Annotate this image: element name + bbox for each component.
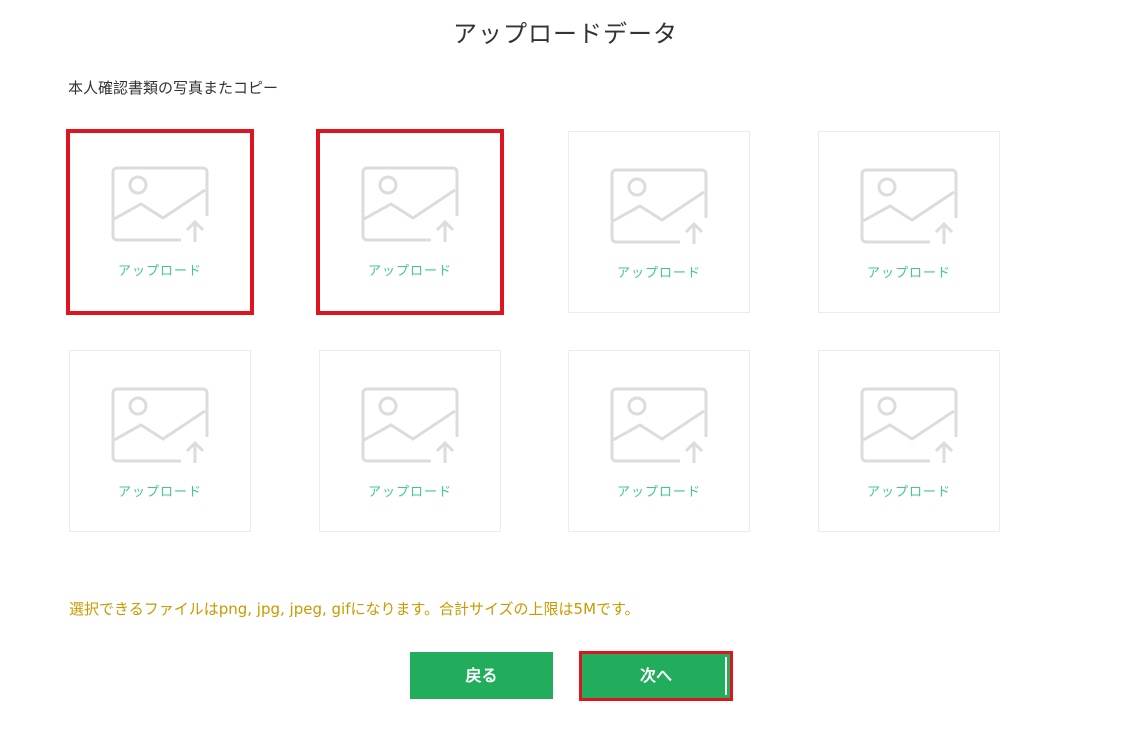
page-title: アップロードデータ: [453, 20, 678, 48]
image-upload-icon: [610, 168, 708, 244]
image-upload-icon: [860, 387, 958, 463]
next-button-edge: [725, 657, 727, 695]
image-upload-icon: [610, 387, 708, 463]
image-upload-icon: [860, 168, 958, 244]
back-button-label: 戻る: [465, 666, 498, 685]
next-button[interactable]: 次へ: [579, 651, 733, 701]
upload-tile-label: アップロード: [866, 266, 951, 281]
image-upload-icon: [111, 387, 209, 463]
upload-tile[interactable]: アップロード: [66, 129, 254, 315]
image-upload-icon: [361, 166, 459, 242]
section-label: 本人確認書類の写真またコピー: [68, 79, 279, 97]
image-upload-icon: [111, 166, 209, 242]
upload-tile[interactable]: アップロード: [568, 350, 750, 532]
upload-tile[interactable]: アップロード: [316, 129, 504, 315]
upload-tile-label: アップロード: [866, 485, 951, 500]
upload-grid: アップロード アップロード アップロード アップロード アップロード アップロード アップロ…: [66, 129, 1019, 541]
upload-tile-label: アップロード: [117, 485, 202, 500]
upload-tile-label: アップロード: [117, 264, 202, 279]
upload-tile[interactable]: アップロード: [568, 131, 750, 313]
file-type-notice: 選択できるファイルはpng, jpg, jpeg, gifになります。合計サイズ…: [69, 600, 640, 618]
upload-tile[interactable]: アップロード: [69, 350, 251, 532]
upload-tile[interactable]: アップロード: [818, 350, 1000, 532]
upload-tile[interactable]: アップロード: [818, 131, 1000, 313]
upload-tile[interactable]: アップロード: [319, 350, 501, 532]
back-button[interactable]: 戻る: [410, 652, 553, 699]
image-upload-icon: [361, 387, 459, 463]
upload-tile-label: アップロード: [367, 485, 452, 500]
upload-tile-label: アップロード: [616, 266, 701, 281]
next-button-label: 次へ: [639, 666, 672, 685]
upload-tile-label: アップロード: [367, 264, 452, 279]
upload-tile-label: アップロード: [616, 485, 701, 500]
